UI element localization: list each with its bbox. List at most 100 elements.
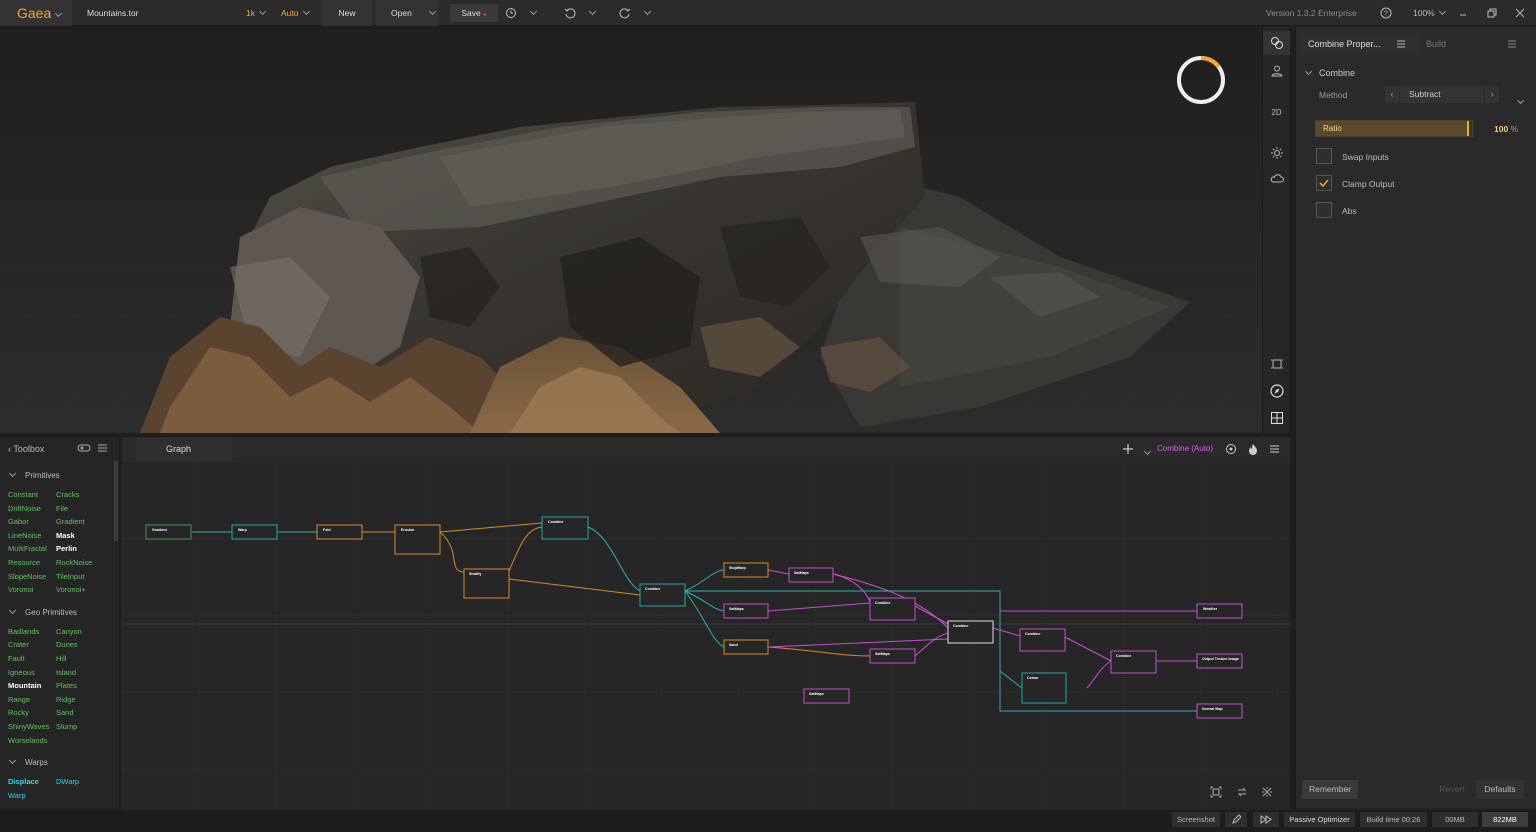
fast-forward-icon[interactable] [1253, 812, 1279, 827]
toolbox-item[interactable]: SlopeNoise [8, 572, 46, 581]
toolbox-item[interactable]: Mountain [8, 681, 41, 690]
toolbox-item[interactable]: Rocky [8, 708, 29, 717]
toolbox-item[interactable]: Gabor [8, 517, 29, 526]
tab-combine-properties[interactable]: Combine Proper... [1300, 33, 1420, 55]
toolbox-item[interactable]: Voronoi+ [56, 585, 86, 594]
toolbox-item[interactable]: Dunes [56, 640, 78, 649]
undo-icon[interactable] [564, 0, 580, 26]
clamp-output-checkbox[interactable] [1316, 175, 1332, 191]
camera-icon[interactable] [1263, 31, 1290, 55]
tab-graph[interactable]: Graph [135, 437, 233, 461]
tab-build[interactable]: Build [1426, 33, 1446, 55]
toolbox-item[interactable]: MultiFractal [8, 544, 47, 553]
flame-icon[interactable] [1248, 443, 1258, 455]
resolution-select[interactable]: 1k [246, 0, 267, 26]
toolbox-item[interactable]: Sand [56, 708, 74, 717]
close-icon[interactable] [1514, 0, 1526, 26]
toolbox-item[interactable]: Hill [56, 654, 66, 663]
toolbox-item[interactable]: RockNoise [56, 558, 92, 567]
defaults-button[interactable]: Defaults [1476, 780, 1524, 799]
ratio-handle[interactable] [1466, 121, 1469, 136]
build-mode-select[interactable]: Auto [281, 0, 310, 26]
menu-icon[interactable] [1269, 444, 1280, 454]
toolbox-item[interactable]: Ridge [56, 695, 76, 704]
toolbox-item[interactable]: Voronoi [8, 585, 33, 594]
method-prev-button[interactable]: ‹ [1385, 86, 1399, 103]
zoom-select[interactable]: 100% [1413, 0, 1446, 26]
history-icon[interactable] [505, 0, 521, 26]
toolbox-item[interactable]: TileInput [56, 572, 85, 581]
menu-icon[interactable] [1507, 39, 1517, 49]
toolbox-item[interactable]: Fault [8, 654, 25, 663]
passive-optimizer-toggle[interactable]: Passive Optimizer [1284, 812, 1355, 827]
revert-button[interactable]: Revert [1432, 780, 1472, 799]
user-pin-icon[interactable] [1263, 59, 1290, 83]
add-node-icon[interactable] [1122, 443, 1134, 455]
toolbox-item[interactable]: Plates [56, 681, 77, 690]
chevron-down-icon[interactable] [1143, 447, 1152, 456]
help-icon[interactable]: ? [1380, 0, 1394, 26]
fit-view-icon[interactable] [1210, 786, 1222, 798]
toolbox-item[interactable]: LineNoise [8, 531, 41, 540]
terrain-viewport[interactable] [0, 27, 1262, 433]
ratio-slider[interactable]: Ratio [1315, 120, 1473, 137]
minimize-icon[interactable] [1458, 0, 1468, 26]
undo-dropdown[interactable] [585, 0, 597, 26]
redo-dropdown[interactable] [640, 0, 652, 26]
cloud-icon[interactable] [1263, 167, 1290, 191]
pencil-icon[interactable] [1225, 812, 1247, 827]
restore-icon[interactable] [1486, 0, 1498, 26]
toolbox-item[interactable]: Island [56, 668, 76, 677]
toolbox-item[interactable]: Igneous [8, 668, 35, 677]
new-button[interactable]: New [322, 0, 372, 26]
swap-inputs-checkbox[interactable] [1316, 148, 1332, 164]
toolbox-section-2[interactable]: Warps [8, 757, 48, 767]
method-next-button[interactable]: › [1485, 86, 1499, 103]
toolbox-scrollbar[interactable] [114, 461, 118, 541]
graph-canvas[interactable]: Gradient Warp Fold Erosion Combine Strat… [122, 461, 1290, 810]
toolbox-item[interactable]: Worselands [8, 736, 47, 745]
active-node-label[interactable]: Combine (Auto) [1157, 444, 1213, 453]
app-menu[interactable]: Gaea [0, 0, 72, 26]
toolbox-item[interactable]: Cracks [56, 490, 79, 499]
method-select[interactable]: Subtract [1400, 86, 1525, 105]
locate-icon[interactable] [1225, 443, 1237, 455]
toolbox-item[interactable]: File [56, 504, 68, 513]
open-button[interactable]: Open [376, 0, 438, 26]
toolbox-item[interactable]: Mask [56, 531, 75, 540]
toolbox-item[interactable]: Constant [8, 490, 38, 499]
grid-layout-icon[interactable] [1263, 406, 1290, 430]
eye-toggle-icon[interactable] [77, 443, 91, 453]
sun-icon[interactable] [1263, 141, 1290, 165]
toolbox-item[interactable]: Resource [8, 558, 40, 567]
refresh-layout-icon[interactable] [1236, 786, 1248, 798]
section-combine[interactable]: Combine [1304, 67, 1355, 78]
save-button[interactable]: Save ● [450, 4, 498, 22]
ratio-value[interactable]: 100 % [1494, 124, 1518, 134]
toolbox-item[interactable]: Badlands [8, 627, 39, 636]
history-dropdown[interactable] [526, 0, 538, 26]
abs-checkbox[interactable] [1316, 202, 1332, 218]
menu-icon[interactable] [1396, 39, 1406, 49]
auto-arrange-icon[interactable] [1261, 786, 1273, 798]
toolbox-item[interactable]: Gradient [56, 517, 85, 526]
compass-icon[interactable] [1263, 379, 1290, 403]
toolbox-section-0[interactable]: Primitives [8, 469, 60, 480]
toolbox-item[interactable]: Canyon [56, 627, 82, 636]
toolbox-item[interactable]: DWarp [56, 777, 79, 786]
toolbox-item[interactable]: ShinyWaves [8, 722, 49, 731]
remember-button[interactable]: Remember [1302, 780, 1358, 799]
frame-icon[interactable] [1263, 352, 1290, 376]
toolbox-item[interactable]: Range [8, 695, 30, 704]
toolbox-item[interactable]: DriftNoise [8, 504, 41, 513]
menu-icon[interactable] [97, 443, 108, 453]
view-2d-button[interactable]: 2D [1263, 100, 1290, 124]
toolbox-item[interactable]: Perlin [56, 544, 77, 553]
toolbox-header[interactable]: ‹ Toolbox [8, 444, 44, 454]
toolbox-item[interactable]: Displace [8, 777, 39, 786]
toolbox-item[interactable]: Warp [8, 791, 26, 800]
toolbox-section-1[interactable]: Geo Primitives [8, 606, 77, 617]
toolbox-item[interactable]: Slump [56, 722, 77, 731]
redo-icon[interactable] [619, 0, 635, 26]
toolbox-item[interactable]: Crater [8, 640, 29, 649]
